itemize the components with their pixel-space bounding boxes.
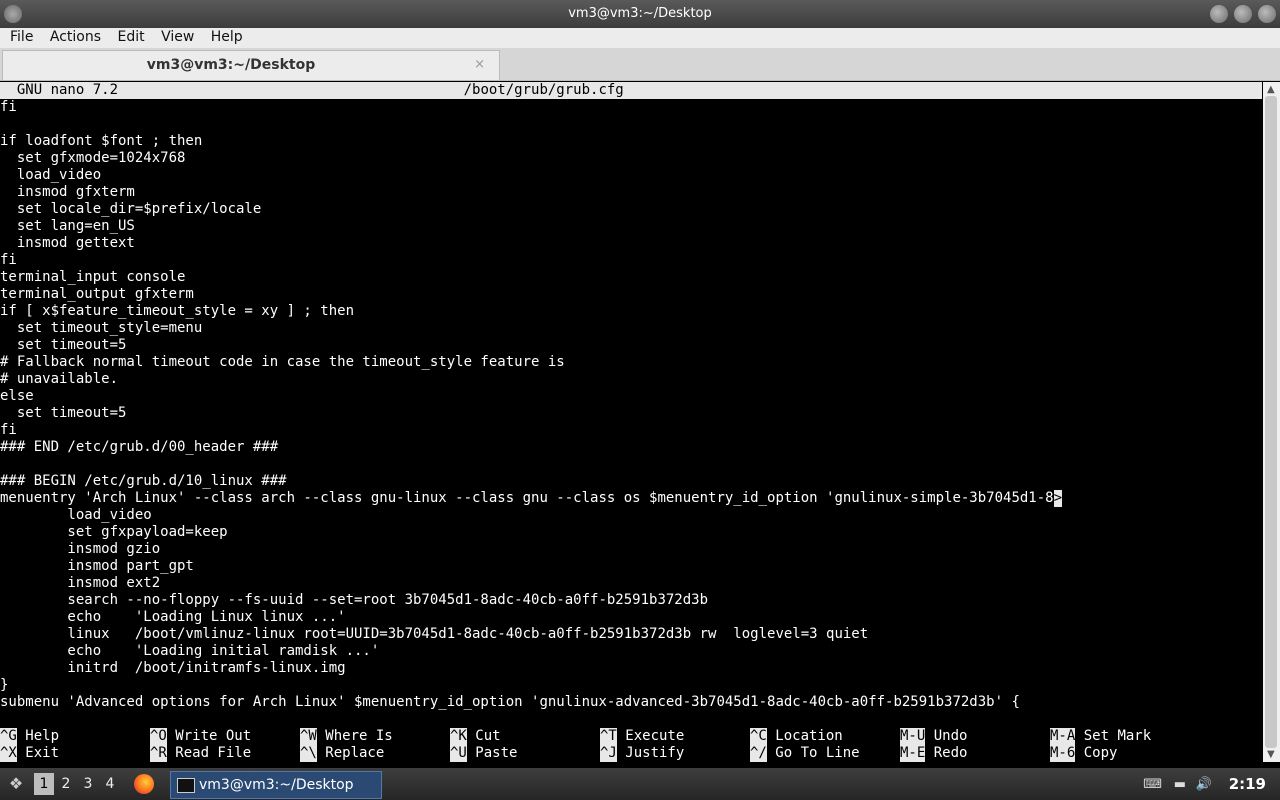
shortcut-row-2: ^X Exit ^R Read File ^\ Replace ^U Paste ^J … bbox=[0, 745, 1262, 762]
menu-help[interactable]: Help bbox=[205, 28, 249, 46]
taskbar-task-terminal[interactable]: vm3@vm3:~/Desktop bbox=[170, 771, 382, 799]
scrollbar-thumb[interactable] bbox=[1265, 96, 1277, 748]
tab-terminal[interactable]: vm3@vm3:~/Desktop × bbox=[2, 50, 500, 80]
shortcut-help[interactable]: ^G Help bbox=[0, 728, 150, 745]
shortcut-go-to-line[interactable]: ^/ Go To Line bbox=[750, 745, 900, 762]
tab-label: vm3@vm3:~/Desktop bbox=[146, 57, 316, 73]
code-line: ### BEGIN /etc/grub.d/10_linux ### bbox=[0, 473, 287, 489]
code-line: fi bbox=[0, 252, 17, 268]
close-button[interactable] bbox=[1258, 5, 1276, 23]
code-line: initrd /boot/initramfs-linux.img bbox=[0, 660, 346, 676]
firefox-icon[interactable] bbox=[134, 774, 154, 794]
code-line: # unavailable. bbox=[0, 371, 119, 387]
workspace-4[interactable]: 4 bbox=[100, 773, 120, 795]
code-line: if loadfont $font ; then bbox=[0, 133, 203, 149]
menu-actions[interactable]: Actions bbox=[44, 28, 107, 46]
code-line: else bbox=[0, 388, 34, 404]
code-line: set gfxpayload=keep bbox=[0, 524, 228, 540]
maximize-button[interactable] bbox=[1234, 5, 1252, 23]
code-line: set gfxmode=1024x768 bbox=[0, 150, 186, 166]
code-line: insmod gfxterm bbox=[0, 184, 135, 200]
terminal-icon bbox=[177, 778, 195, 793]
code-line: submenu 'Advanced options for Arch Linux… bbox=[0, 694, 1020, 710]
menubar: File Actions Edit View Help bbox=[0, 28, 1280, 48]
menu-view[interactable]: View bbox=[155, 28, 200, 46]
nano-version: GNU nano 7.2 bbox=[0, 82, 119, 98]
task-label: vm3@vm3:~/Desktop bbox=[199, 777, 354, 793]
editor-content[interactable]: fi if loadfont $font ; then set gfxmode=1… bbox=[0, 99, 1262, 711]
code-line: terminal_input console bbox=[0, 269, 186, 285]
code-line: fi bbox=[0, 422, 17, 438]
volume-icon[interactable]: 🔊 bbox=[1196, 777, 1212, 792]
shortcut-location[interactable]: ^C Location bbox=[750, 728, 900, 745]
clock[interactable]: 2:19 bbox=[1229, 768, 1266, 800]
scrollbar[interactable]: ▲ ▼ bbox=[1263, 82, 1280, 762]
shortcut-read-file[interactable]: ^R Read File bbox=[150, 745, 300, 762]
code-line: terminal_output gfxterm bbox=[0, 286, 194, 302]
nano-header: GNU nano 7.2 /boot/grub/grub.cfg bbox=[0, 82, 1262, 99]
workspace-2[interactable]: 2 bbox=[56, 773, 76, 795]
window-title: vm3@vm3:~/Desktop bbox=[568, 6, 712, 21]
code-line: } bbox=[0, 677, 9, 693]
code-line: set timeout=5 bbox=[0, 405, 127, 421]
shortcut-execute[interactable]: ^T Execute bbox=[600, 728, 750, 745]
shortcut-row-1: ^G Help ^O Write Out ^W Where Is ^K Cut ^T E… bbox=[0, 728, 1262, 745]
code-line: set lang=en_US bbox=[0, 218, 135, 234]
code-line: load_video bbox=[0, 507, 152, 523]
code-line: set timeout=5 bbox=[0, 337, 127, 353]
code-line: set timeout_style=menu bbox=[0, 320, 203, 336]
tab-close-icon[interactable]: × bbox=[474, 57, 485, 72]
code-line: search --no-floppy --fs-uuid --set=root … bbox=[0, 592, 709, 608]
code-line: # Fallback normal timeout code in case t… bbox=[0, 354, 565, 370]
shortcut-redo[interactable]: M-E Redo bbox=[900, 745, 1050, 762]
workspace-1[interactable]: 1 bbox=[34, 773, 54, 795]
shortcut-undo[interactable]: M-U Undo bbox=[900, 728, 1050, 745]
terminal-area[interactable]: GNU nano 7.2 /boot/grub/grub.cfg fi if lo… bbox=[0, 82, 1262, 762]
menu-file[interactable]: File bbox=[0, 28, 39, 46]
code-line: linux /boot/vmlinuz-linux root=UUID=3b70… bbox=[0, 626, 869, 642]
code-line: echo 'Loading initial ramdisk ...' bbox=[0, 643, 380, 659]
shortcut-justify[interactable]: ^J Justify bbox=[600, 745, 750, 762]
line-overflow-marker: > bbox=[1053, 490, 1063, 507]
shortcut-copy[interactable]: M-6 Copy bbox=[1050, 745, 1200, 762]
keyboard-icon[interactable]: ⌨ bbox=[1143, 777, 1162, 792]
code-line: insmod gzio bbox=[0, 541, 161, 557]
window-titlebar: vm3@vm3:~/Desktop bbox=[0, 0, 1280, 28]
code-line: fi bbox=[0, 99, 17, 115]
shortcut-cut[interactable]: ^K Cut bbox=[450, 728, 600, 745]
shortcut-write-out[interactable]: ^O Write Out bbox=[150, 728, 300, 745]
menu-edit[interactable]: Edit bbox=[111, 28, 150, 46]
code-line: insmod ext2 bbox=[0, 575, 161, 591]
code-line: menuentry 'Arch Linux' --class arch --cl… bbox=[0, 490, 1063, 507]
scroll-down-icon[interactable]: ▼ bbox=[1267, 749, 1275, 760]
code-line: load_video bbox=[0, 167, 102, 183]
code-line: insmod gettext bbox=[0, 235, 135, 251]
minimize-button[interactable] bbox=[1210, 5, 1228, 23]
battery-icon[interactable]: ▬ bbox=[1174, 777, 1186, 792]
taskbar: ❖ 1 2 3 4 vm3@vm3:~/Desktop ⌨ ▬ 🔊 2:19 bbox=[0, 768, 1280, 800]
code-line: ### END /etc/grub.d/00_header ### bbox=[0, 439, 279, 455]
shortcut-exit[interactable]: ^X Exit bbox=[0, 745, 150, 762]
code-line: set locale_dir=$prefix/locale bbox=[0, 201, 262, 217]
tab-bar: vm3@vm3:~/Desktop × bbox=[0, 48, 1280, 81]
shortcut-where-is[interactable]: ^W Where Is bbox=[300, 728, 450, 745]
code-line: echo 'Loading Linux linux ...' bbox=[0, 609, 346, 625]
shortcut-set-mark[interactable]: M-A Set Mark bbox=[1050, 728, 1200, 745]
workspace-3[interactable]: 3 bbox=[78, 773, 98, 795]
code-line: insmod part_gpt bbox=[0, 558, 194, 574]
shortcut-replace[interactable]: ^\ Replace bbox=[300, 745, 450, 762]
code-line: if [ x$feature_timeout_style = xy ] ; th… bbox=[0, 303, 355, 319]
scroll-up-icon[interactable]: ▲ bbox=[1267, 84, 1275, 95]
nano-filename: /boot/grub/grub.cfg bbox=[463, 82, 624, 98]
app-menu-icon[interactable]: ❖ bbox=[6, 774, 26, 794]
shortcut-paste[interactable]: ^U Paste bbox=[450, 745, 600, 762]
